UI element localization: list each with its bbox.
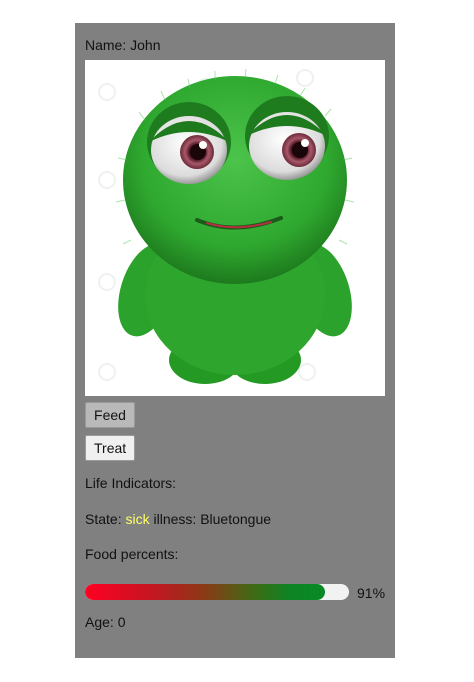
state-row: State: sick illness: Bluetongue [85, 510, 271, 528]
age-label: Age: [85, 614, 114, 630]
life-indicators-label: Life Indicators: [85, 475, 177, 491]
feed-button[interactable]: Feed [85, 402, 135, 428]
illness-label: illness: [153, 511, 197, 527]
monster-illustration [98, 68, 355, 384]
age-row: Age: 0 [85, 613, 126, 631]
food-progress-bar [85, 584, 349, 600]
food-percent-text: 91% [357, 585, 386, 601]
state-value: sick [125, 511, 150, 527]
pet-card: Name: John Feed Treat Life Indicators: S… [75, 23, 395, 658]
pet-name-line: Name: John [85, 36, 160, 54]
pet-name-label: Name: [85, 37, 127, 53]
state-label: State: [85, 511, 122, 527]
food-progress-fill [85, 584, 326, 600]
treat-button[interactable]: Treat [85, 435, 135, 461]
pet-image [85, 60, 385, 396]
age-value: 0 [117, 614, 126, 630]
illness-value: Bluetongue [200, 511, 272, 527]
food-percents-label: Food percents: [85, 546, 179, 562]
pet-name: John [130, 37, 161, 53]
